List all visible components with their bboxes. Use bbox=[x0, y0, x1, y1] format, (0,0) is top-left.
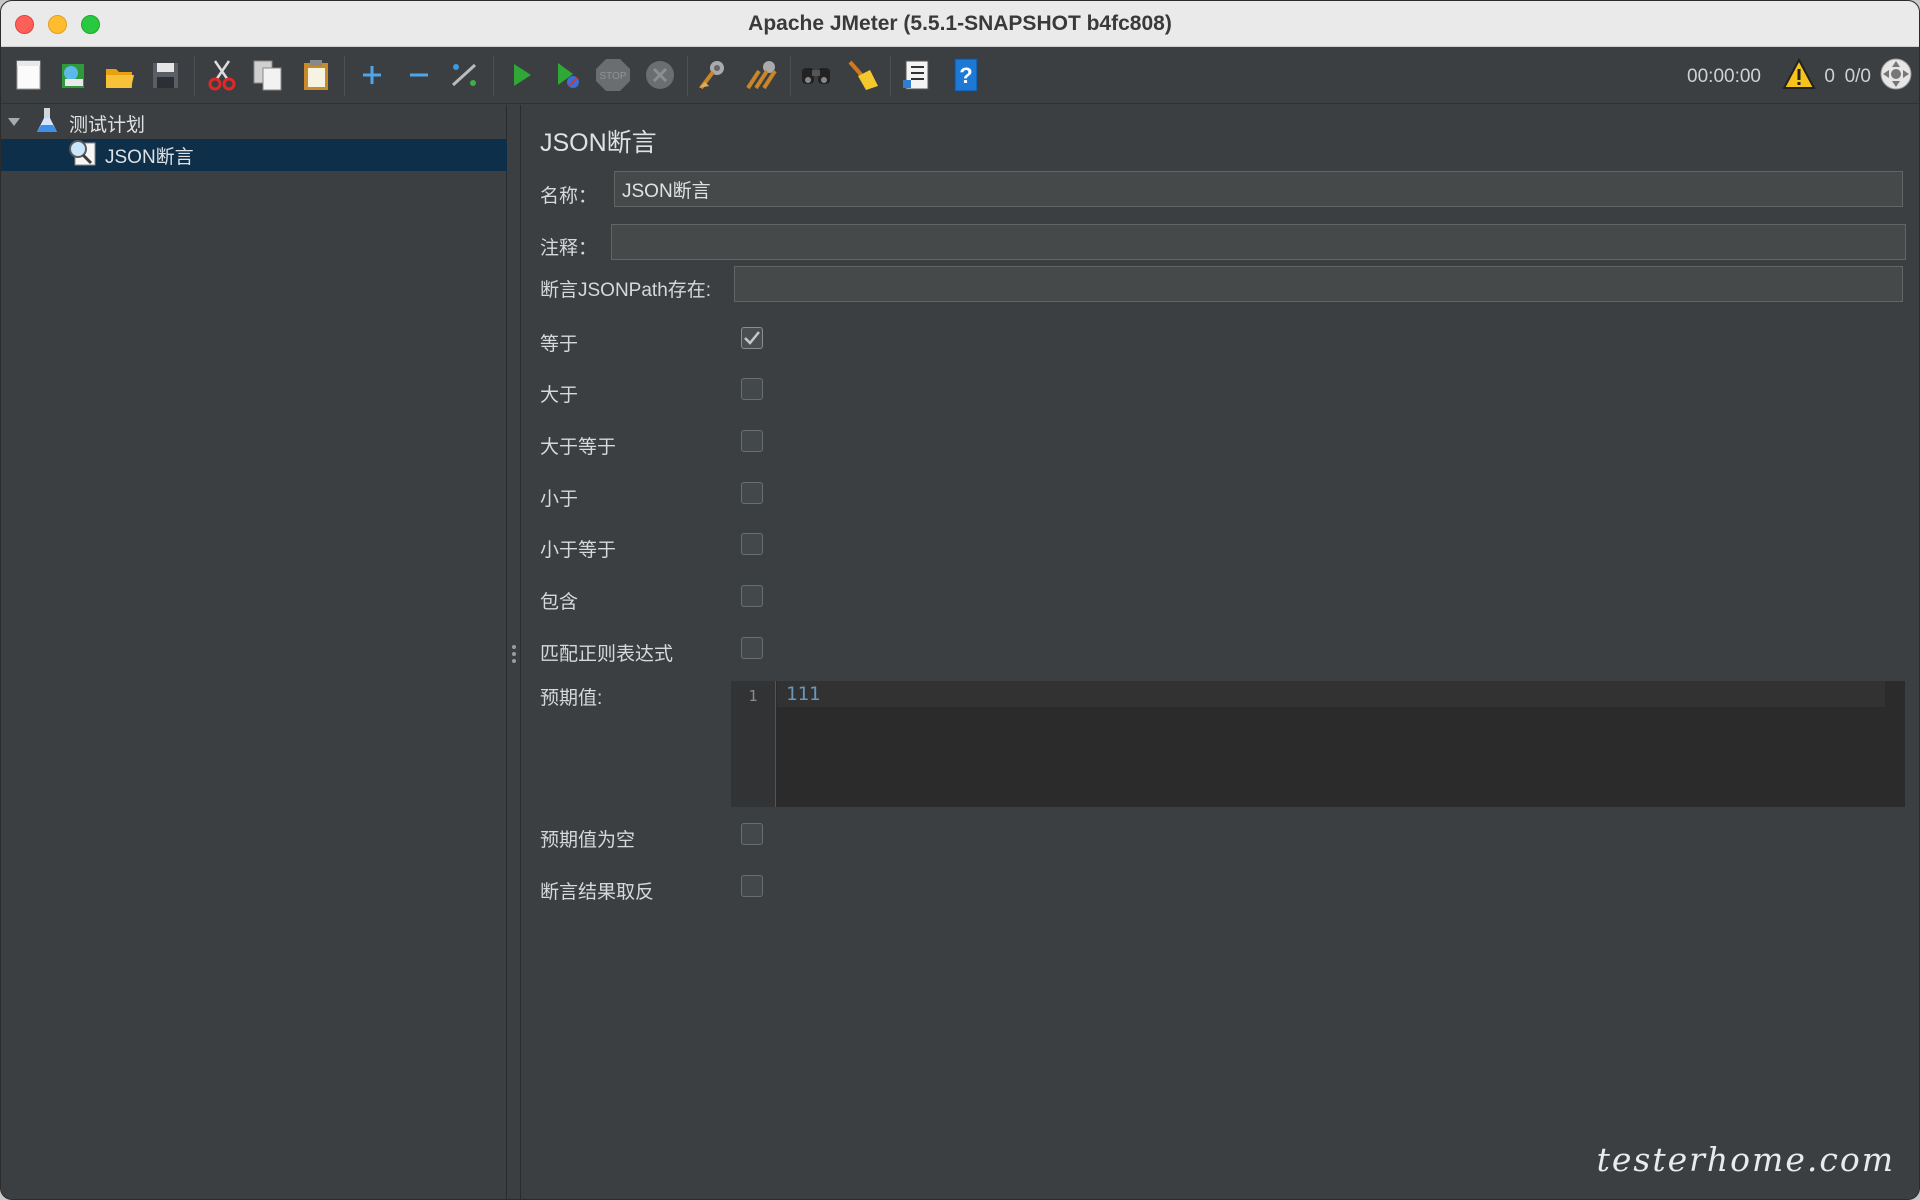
new-icon[interactable] bbox=[11, 57, 47, 93]
clear-all-icon[interactable] bbox=[743, 57, 779, 93]
toolbar-separator bbox=[493, 56, 494, 96]
tree-node-test-plan[interactable]: 测试计划 bbox=[1, 107, 507, 139]
paste-icon[interactable] bbox=[298, 57, 334, 93]
assertion-icon bbox=[67, 137, 97, 173]
toolbar-separator bbox=[194, 56, 195, 96]
option-label-greater: 大于 bbox=[540, 385, 579, 406]
name-field[interactable] bbox=[614, 171, 1903, 207]
open-icon[interactable] bbox=[101, 57, 137, 93]
warning-icon[interactable] bbox=[1782, 57, 1816, 95]
collapse-icon[interactable] bbox=[401, 57, 437, 93]
test-plan-icon bbox=[35, 106, 59, 140]
panel-title: JSON断言 bbox=[540, 129, 657, 157]
toggle-icon[interactable] bbox=[446, 57, 482, 93]
error-count: 0 bbox=[1824, 66, 1835, 87]
active-threads: 0/0 bbox=[1844, 66, 1871, 87]
checkbox-greater[interactable] bbox=[741, 378, 763, 400]
option-label-less-equal: 小于等于 bbox=[540, 540, 617, 561]
shutdown-icon[interactable] bbox=[642, 57, 678, 93]
expand-triangle-icon[interactable] bbox=[7, 112, 21, 134]
svg-text:?: ? bbox=[959, 63, 972, 88]
invert-label: 断言结果取反 bbox=[540, 882, 655, 903]
window-title: Apache JMeter (5.5.1-SNAPSHOT b4fc808) bbox=[748, 12, 1172, 35]
tree-label-json-assertion: JSON断言 bbox=[105, 146, 194, 168]
copy-icon[interactable] bbox=[250, 57, 286, 93]
checkbox-regex[interactable] bbox=[741, 637, 763, 659]
tree-node-json-assertion[interactable]: JSON断言 bbox=[1, 139, 507, 171]
tree-label-test-plan: 测试计划 bbox=[69, 114, 146, 136]
option-label-contains: 包含 bbox=[540, 592, 579, 613]
title-bar: Apache JMeter (5.5.1-SNAPSHOT b4fc808) bbox=[1, 1, 1919, 47]
splitter-grip bbox=[512, 645, 516, 666]
expect-null-label: 预期值为空 bbox=[540, 830, 636, 851]
line-number: 1 bbox=[731, 681, 776, 807]
check-icon bbox=[744, 331, 760, 345]
templates-icon[interactable] bbox=[55, 57, 91, 93]
jsonpath-label: 断言JSONPath存在: bbox=[540, 280, 712, 301]
current-line-highlight bbox=[777, 681, 1885, 707]
start-no-pauses-icon[interactable] bbox=[549, 57, 585, 93]
option-label-equals: 等于 bbox=[540, 334, 579, 355]
checkbox-invert[interactable] bbox=[741, 875, 763, 897]
svg-text:STOP: STOP bbox=[599, 71, 626, 82]
expand-icon[interactable] bbox=[354, 57, 390, 93]
checkbox-greater-equal[interactable] bbox=[741, 430, 763, 452]
elapsed-timer: 00:00:00 bbox=[1687, 66, 1761, 87]
expected-value-editor[interactable]: 1 111 bbox=[731, 681, 1905, 807]
toolbar-separator bbox=[344, 56, 345, 96]
reset-search-icon[interactable] bbox=[844, 57, 880, 93]
split-pane-divider[interactable] bbox=[507, 105, 521, 1199]
save-icon[interactable] bbox=[147, 57, 183, 93]
function-helper-icon[interactable] bbox=[900, 57, 936, 93]
expected-value-text[interactable]: 111 bbox=[786, 683, 820, 705]
json-assertion-panel: JSON断言 名称： 注释： 断言JSONPath存在: 等于 大于 大于等于 … bbox=[522, 105, 1919, 1199]
expected-value-label: 预期值: bbox=[540, 688, 603, 709]
toolbar-separator bbox=[890, 56, 891, 96]
test-plan-tree: 测试计划 JSON断言 bbox=[1, 105, 507, 1199]
option-label-greater-equal: 大于等于 bbox=[540, 437, 617, 458]
option-label-regex: 匹配正则表达式 bbox=[540, 644, 674, 665]
comment-field[interactable] bbox=[611, 224, 1906, 260]
toolbar: STOP ? 00:00:00 0 0/0 bbox=[1, 48, 1919, 104]
stop-icon[interactable]: STOP bbox=[594, 57, 630, 93]
clear-icon[interactable] bbox=[695, 57, 731, 93]
toolbar-separator bbox=[687, 56, 688, 96]
toolbar-separator bbox=[790, 56, 791, 96]
checkbox-expect-null[interactable] bbox=[741, 823, 763, 845]
option-label-less: 小于 bbox=[540, 489, 579, 510]
checkbox-less-equal[interactable] bbox=[741, 533, 763, 555]
jsonpath-field[interactable] bbox=[734, 266, 1903, 302]
name-label: 名称： bbox=[540, 186, 598, 207]
search-icon[interactable] bbox=[798, 57, 834, 93]
checkbox-contains[interactable] bbox=[741, 585, 763, 607]
cut-icon[interactable] bbox=[204, 57, 240, 93]
help-icon[interactable]: ? bbox=[948, 57, 984, 93]
checkbox-less[interactable] bbox=[741, 482, 763, 504]
start-icon[interactable] bbox=[503, 57, 539, 93]
watermark: testerhome.com bbox=[1596, 1140, 1895, 1179]
remote-status-icon[interactable] bbox=[1879, 57, 1913, 96]
checkbox-equals[interactable] bbox=[741, 327, 763, 349]
jmeter-window: Apache JMeter (5.5.1-SNAPSHOT b4fc808) S… bbox=[0, 0, 1920, 1200]
comment-label: 注释： bbox=[540, 238, 598, 259]
